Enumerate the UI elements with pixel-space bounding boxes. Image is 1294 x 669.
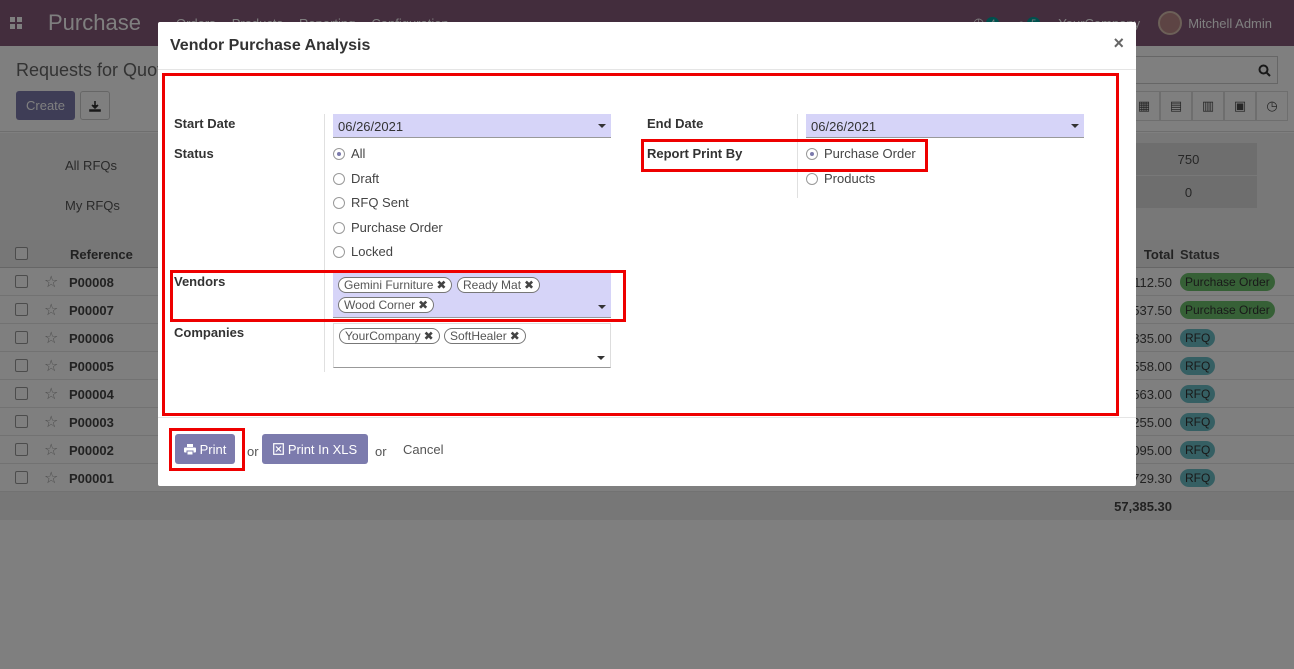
- caret-down-icon[interactable]: [598, 124, 606, 128]
- vendors-highlight: [170, 270, 626, 322]
- modal-footer: Print or Print In XLS or Cancel: [158, 417, 1136, 486]
- or-text: or: [247, 444, 259, 459]
- status-option-label: Purchase Order: [351, 220, 443, 235]
- start-date-value: 06/26/2021: [338, 119, 404, 134]
- print-by-highlight: [641, 139, 928, 172]
- status-option-draft[interactable]: Draft: [333, 171, 379, 186]
- end-date-input[interactable]: 06/26/2021: [806, 114, 1084, 138]
- status-option-all[interactable]: All: [333, 146, 365, 161]
- status-label: Status: [174, 146, 214, 161]
- company-tag[interactable]: SoftHealer ✖: [444, 328, 526, 344]
- status-option-rfq-sent[interactable]: RFQ Sent: [333, 195, 409, 210]
- status-option-label: RFQ Sent: [351, 195, 409, 210]
- company-tag[interactable]: YourCompany ✖: [339, 328, 440, 344]
- caret-down-icon[interactable]: [1071, 124, 1079, 128]
- print-highlight: [169, 428, 245, 471]
- caret-down-icon[interactable]: [597, 356, 605, 360]
- radio-button[interactable]: [333, 172, 345, 185]
- remove-tag-icon[interactable]: ✖: [510, 329, 520, 343]
- modal-title: Vendor Purchase Analysis: [170, 37, 371, 54]
- status-option-label: Locked: [351, 244, 393, 259]
- start-date-input[interactable]: 06/26/2021: [333, 114, 611, 138]
- end-date-label: End Date: [647, 116, 704, 131]
- company-tag-label: YourCompany: [345, 329, 421, 343]
- column-divider: [324, 114, 325, 372]
- remove-tag-icon[interactable]: ✖: [424, 329, 434, 343]
- company-tag-label: SoftHealer: [450, 329, 507, 343]
- print-xls-button[interactable]: Print In XLS: [262, 434, 368, 464]
- end-date-value: 06/26/2021: [811, 119, 877, 134]
- start-date-label: Start Date: [174, 116, 236, 131]
- status-option-locked[interactable]: Locked: [333, 244, 393, 259]
- print-xls-label: Print In XLS: [287, 441, 358, 457]
- modal-header: Vendor Purchase Analysis ×: [158, 22, 1136, 70]
- or-text: or: [375, 444, 387, 459]
- radio-button[interactable]: [333, 196, 345, 209]
- close-icon[interactable]: ×: [1113, 33, 1124, 54]
- radio-button[interactable]: [333, 147, 345, 160]
- print-by-option-label: Products: [824, 171, 876, 186]
- status-option-label: All: [351, 146, 366, 161]
- radio-button[interactable]: [333, 221, 345, 234]
- vendor-purchase-analysis-dialog: Vendor Purchase Analysis × Start Date 06…: [158, 22, 1136, 486]
- status-option-purchase-order[interactable]: Purchase Order: [333, 220, 443, 235]
- companies-field[interactable]: YourCompany ✖ SoftHealer ✖: [333, 323, 611, 368]
- radio-button[interactable]: [806, 172, 818, 185]
- status-option-label: Draft: [351, 171, 380, 186]
- print-by-products[interactable]: Products: [806, 171, 875, 186]
- companies-label: Companies: [174, 325, 245, 340]
- file-excel-icon: [272, 443, 284, 455]
- radio-button[interactable]: [333, 245, 345, 258]
- cancel-link[interactable]: Cancel: [403, 442, 443, 457]
